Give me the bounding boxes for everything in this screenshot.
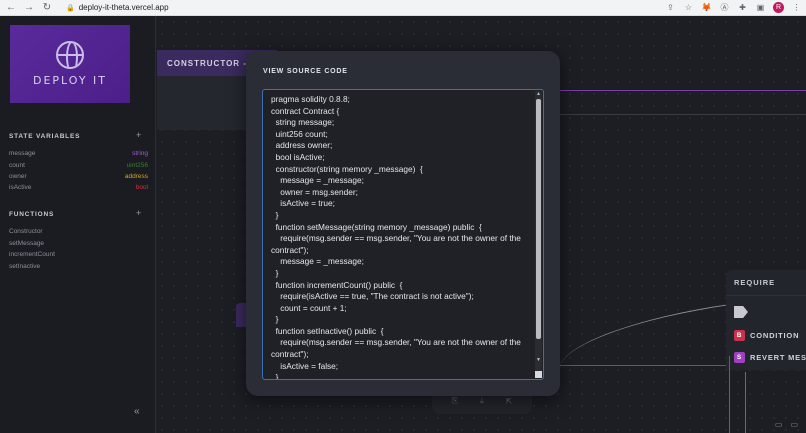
variable-name: message	[9, 150, 36, 157]
metamask-icon[interactable]: 🦊	[701, 2, 712, 13]
bool-badge: B	[734, 330, 745, 341]
revert-message-row[interactable]: S REVERT MESS	[734, 352, 806, 363]
puzzle-icon[interactable]: ✚	[737, 2, 748, 13]
variable-type: uint256	[126, 162, 148, 169]
export-icon[interactable]: ⇱	[506, 397, 513, 406]
variable-name: isActive	[9, 184, 32, 191]
sidebar: DEPLOY IT STATE VARIABLES + message stri…	[0, 16, 156, 433]
state-variable-row[interactable]: message string	[9, 150, 148, 157]
state-variable-row[interactable]: count uint256	[9, 162, 148, 169]
reload-icon[interactable]: ↻	[40, 1, 54, 15]
require-node[interactable]: REQUIRE B CONDITION S REVERT MESS	[726, 270, 806, 370]
function-item[interactable]: setInactive	[9, 263, 40, 270]
revert-message-label: REVERT MESS	[750, 353, 806, 362]
connection-line	[560, 90, 806, 91]
functions-title: FUNCTIONS	[9, 211, 55, 218]
state-variable-row[interactable]: owner address	[9, 173, 148, 180]
modal-title: VIEW SOURCE CODE	[263, 68, 348, 75]
variable-name: owner	[9, 173, 27, 180]
scroll-up-icon[interactable]: ▲	[535, 91, 542, 98]
lock-icon: 🔒	[66, 4, 75, 12]
save-icon[interactable]: ⎘	[452, 396, 458, 406]
url-text: deploy-it-theta.vercel.app	[78, 3, 169, 12]
back-icon[interactable]: ←	[4, 1, 18, 15]
variable-type: address	[124, 173, 148, 180]
scrollbar-thumb[interactable]	[536, 99, 541, 339]
add-function-icon[interactable]: +	[136, 208, 141, 218]
fit-icon[interactable]: ▭	[790, 420, 798, 429]
connection-line	[729, 356, 730, 433]
variable-name: count	[9, 162, 25, 169]
state-variable-row[interactable]: isActive bool	[9, 184, 148, 191]
double-chevron-left-icon[interactable]: «	[134, 406, 140, 417]
scrollbar[interactable]: ▲ ▼	[535, 91, 542, 378]
profile-avatar[interactable]: R	[773, 2, 784, 13]
variable-type: string	[132, 150, 148, 157]
scroll-down-icon[interactable]: ▼	[535, 357, 542, 364]
globe-icon	[56, 41, 84, 69]
sidebar-panel-icon[interactable]: ▣	[755, 2, 766, 13]
state-variables-title: STATE VARIABLES	[9, 133, 81, 140]
string-badge: S	[734, 352, 745, 363]
source-code-textarea[interactable]: pragma solidity 0.8.8; contract Contract…	[262, 89, 544, 380]
browser-toolbar: ← → ↻ 🔒 deploy-it-theta.vercel.app ⇪ ☆ 🦊…	[0, 0, 806, 16]
add-variable-icon[interactable]: +	[136, 130, 141, 140]
function-item[interactable]: setMessage	[9, 240, 44, 247]
app-logo[interactable]: DEPLOY IT	[10, 25, 130, 103]
download-icon[interactable]: ⤓	[480, 396, 484, 406]
app-canvas[interactable]: CONSTRUCTOR - S REQUIRE B CONDITION S RE…	[0, 16, 806, 433]
connection-wire	[560, 304, 730, 368]
connection-line	[745, 372, 746, 433]
forward-icon[interactable]: →	[22, 1, 36, 15]
zoom-icon[interactable]: ▭	[775, 420, 783, 429]
logo-text: DEPLOY IT	[32, 74, 108, 87]
function-item[interactable]: incrementCount	[9, 251, 55, 258]
star-icon[interactable]: ☆	[683, 2, 694, 13]
kebab-menu-icon[interactable]: ⋮	[791, 2, 802, 13]
condition-label: CONDITION	[750, 331, 800, 340]
source-code-text[interactable]: pragma solidity 0.8.8; contract Contract…	[271, 94, 529, 379]
resize-handle-icon[interactable]	[535, 371, 542, 378]
function-item[interactable]: Constructor	[9, 228, 43, 235]
canvas-controls: ▭ ▭	[775, 420, 798, 429]
condition-row[interactable]: B CONDITION	[734, 330, 799, 341]
exec-port-icon[interactable]	[734, 306, 748, 318]
variable-type: bool	[135, 184, 148, 191]
extension-icon[interactable]: Ⓐ	[719, 2, 730, 13]
connection-line	[560, 114, 806, 115]
address-bar[interactable]: 🔒 deploy-it-theta.vercel.app	[62, 1, 662, 14]
require-node-title: REQUIRE	[726, 270, 806, 296]
view-source-modal: VIEW SOURCE CODE pragma solidity 0.8.8; …	[246, 51, 560, 396]
share-icon[interactable]: ⇪	[665, 2, 676, 13]
